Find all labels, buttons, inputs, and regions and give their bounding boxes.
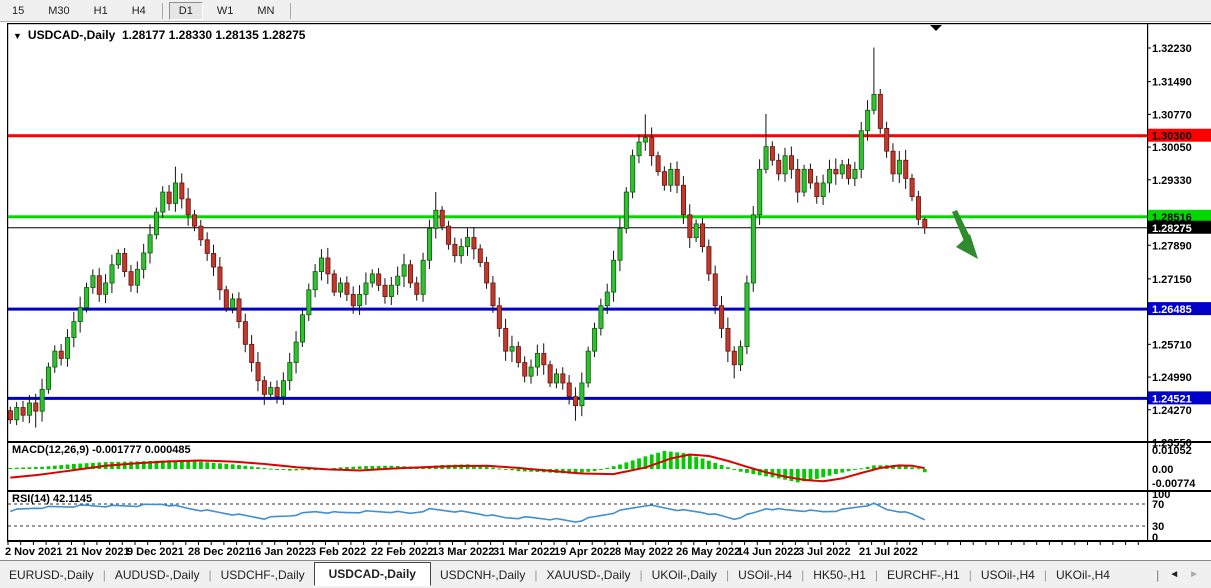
timeframe-button-15[interactable]: 15: [2, 2, 34, 20]
main-chart-area[interactable]: [8, 24, 1147, 441]
chart-window: 1.32230 1.31490 1.30770 1.30050 1.29330 1.278…: [0, 22, 1211, 560]
time-label: 21 Nov 2021: [66, 546, 130, 558]
tab-usdcnh-daily[interactable]: USDCNH-,Daily: [431, 564, 534, 586]
tab-usoil-h4[interactable]: USOil-,H4: [972, 564, 1044, 586]
rsi-panel[interactable]: [8, 492, 1147, 540]
time-label: 16 Jan 2022: [249, 546, 311, 558]
tab-eurusd-daily[interactable]: EURUSD-,Daily: [0, 564, 103, 586]
tab-xauusd-daily[interactable]: XAUUSD-,Daily: [537, 564, 639, 586]
tab-hk50-h1[interactable]: HK50-,H1: [804, 564, 875, 586]
macd-label: MACD(12,26,9) -0.001777 0.000485: [12, 444, 191, 456]
toolbar-separator: [290, 2, 292, 19]
symbol-tab-bar: EURUSD-,Daily | AUDUSD-,Daily | USDCHF-,Dail…: [0, 560, 1211, 588]
timeframe-toolbar: 15 M30 H1 H4 D1 W1 MN: [0, 0, 1211, 22]
macd-name: MACD(12,26,9): [12, 444, 90, 456]
time-label: 3 Feb 2022: [310, 546, 367, 558]
time-label: 22 Feb 2022: [371, 546, 434, 558]
time-label: 28 Dec 2021: [188, 546, 251, 558]
tab-scroll-left-icon[interactable]: ◄: [1169, 569, 1179, 580]
tab-scroll-right-icon[interactable]: ►: [1189, 569, 1199, 580]
time-label: 26 May 2022: [676, 546, 741, 558]
timeframe-button-h4[interactable]: H4: [122, 2, 156, 20]
rsi-label: RSI(14) 42.1145: [12, 493, 92, 505]
tab-usdchf-daily[interactable]: USDCHF-,Daily: [212, 564, 314, 586]
tab-usoil-h4[interactable]: USOil-,H4: [729, 564, 801, 586]
timeframe-button-h1[interactable]: H1: [84, 2, 118, 20]
price-axis[interactable]: [1148, 24, 1211, 540]
rsi-value: 42.1145: [52, 493, 93, 505]
tab-ukoil-daily[interactable]: UKOil-,Daily: [643, 564, 726, 586]
tab-audusd-daily[interactable]: AUDUSD-,Daily: [106, 564, 209, 586]
toolbar-separator: [161, 2, 163, 19]
tab-separator: |: [1156, 567, 1160, 582]
time-label: 2 Nov 2021: [5, 546, 63, 558]
macd-values: -0.001777 0.000485: [92, 444, 191, 456]
tab-usdcad-daily[interactable]: USDCAD-,Daily: [313, 561, 431, 586]
time-label: 19 Apr 2022: [554, 546, 616, 558]
time-label: 13 Mar 2022: [432, 546, 495, 558]
timeframe-button-d1[interactable]: D1: [168, 1, 203, 20]
time-label: 9 Dec 2021: [127, 546, 184, 558]
tab-eurchf-h1[interactable]: EURCHF-,H1: [878, 564, 969, 586]
timeframe-button-w1[interactable]: W1: [207, 2, 244, 20]
mt4-window: 15 M30 H1 H4 D1 W1 MN 1.32230 1.31490 1.30770 1.3…: [0, 0, 1211, 588]
time-label: 8 May 2022: [615, 546, 674, 558]
time-label: 31 Mar 2022: [493, 546, 556, 558]
rsi-name: RSI(14): [12, 493, 50, 505]
timeframe-button-m30[interactable]: M30: [38, 2, 79, 20]
time-label: 14 Jun 2022: [737, 546, 800, 558]
tab-ukoil-h4[interactable]: UKOil-,H4: [1047, 564, 1119, 586]
timeframe-button-mn[interactable]: MN: [247, 2, 284, 20]
time-label: 21 Jul 2022: [859, 546, 918, 558]
time-label: 3 Jul 2022: [798, 546, 851, 558]
